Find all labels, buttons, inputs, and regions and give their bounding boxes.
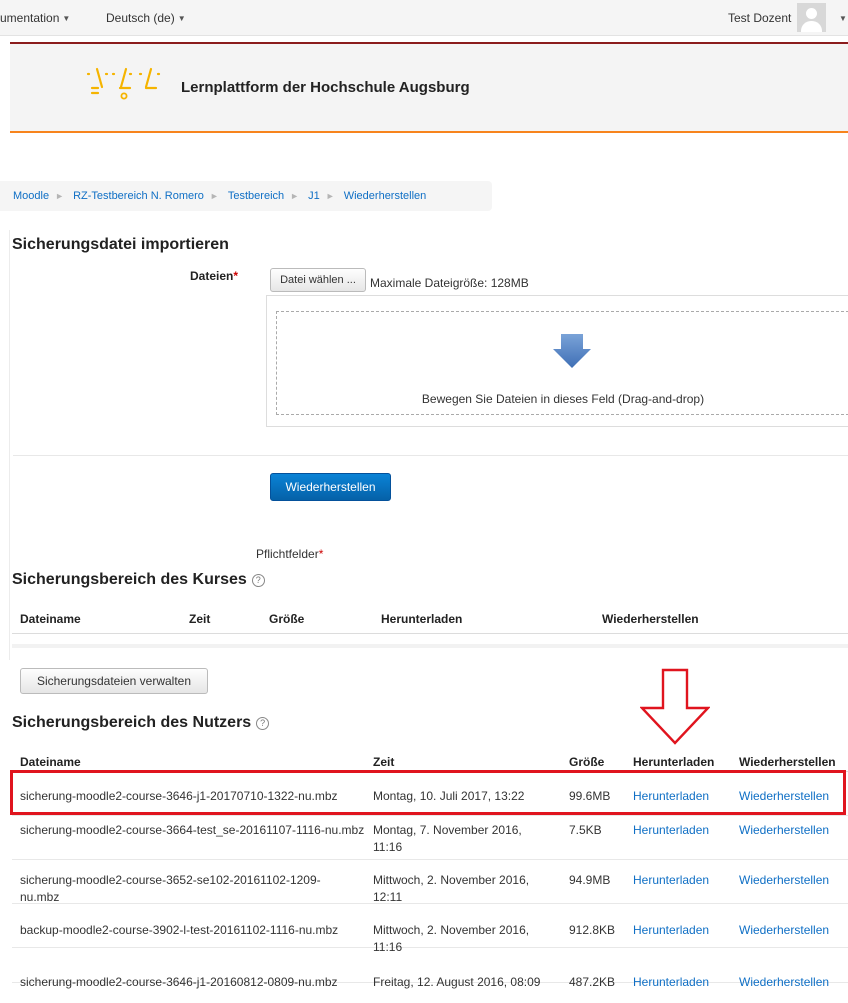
arrow-down-annotation-icon (640, 668, 710, 745)
breadcrumb-separator-icon: ► (209, 191, 219, 201)
breadcrumb-item-course[interactable]: J1 (308, 190, 320, 202)
required-fields-note: Pflichtfelder* (256, 547, 323, 561)
row-size: 912.8KB (569, 923, 616, 937)
breadcrumb-item-restore[interactable]: Wiederherstellen (344, 190, 427, 202)
hochschule-logo-icon[interactable] (86, 66, 166, 102)
form-divider (13, 455, 848, 456)
help-icon[interactable]: ? (251, 574, 265, 587)
course-col-filename: Dateiname (20, 612, 81, 626)
breadcrumb-separator-icon: ► (55, 191, 64, 201)
row-size: 94.9MB (569, 873, 611, 887)
row-restore-link[interactable]: Wiederherstellen (739, 974, 829, 991)
user-name[interactable]: Test Dozent (728, 11, 791, 25)
row-restore-link[interactable]: Wiederherstellen (739, 922, 829, 939)
required-fields-note-text: Pflichtfelder (256, 547, 319, 561)
course-backup-heading: Sicherungsbereich des Kurses? (12, 571, 265, 589)
content-divider (9, 230, 10, 660)
user-col-time: Zeit (373, 755, 395, 769)
site-header: Lernplattform der Hochschule Augsburg (10, 42, 848, 133)
row-download-link[interactable]: Herunterladen (633, 822, 709, 839)
row-size: 7.5KB (569, 823, 602, 837)
row-time: Freitag, 12. August 2016, 08:09 (373, 975, 541, 989)
user-menu-chevron-icon[interactable]: ▼ (836, 11, 847, 25)
breadcrumb-item-moodle[interactable]: Moodle (13, 190, 49, 202)
row-download-link[interactable]: Herunterladen (633, 974, 709, 991)
top-navbar: umentation ▼ Deutsch (de) ▼ Test Dozent ▼ (0, 0, 848, 36)
row-download-link[interactable]: Herunterladen (633, 872, 709, 889)
row-restore-link[interactable]: Wiederherstellen (739, 872, 829, 889)
user-backup-heading: Sicherungsbereich des Nutzers? (12, 714, 270, 732)
required-mark: * (318, 547, 324, 561)
manage-backups-button[interactable]: Sicherungsdateien verwalten (20, 668, 208, 694)
row-filename: sicherung-moodle2-course-3664-test_se-20… (20, 823, 365, 837)
row-size: 487.2KB (569, 975, 616, 989)
language-menu-label: Deutsch (de) (106, 11, 175, 25)
breadcrumb-separator-icon: ► (290, 191, 300, 201)
row-filename: sicherung-moodle2-course-3646-j1-2016081… (20, 975, 338, 989)
chevron-down-icon: ▼ (62, 14, 71, 23)
user-col-filename: Dateiname (20, 755, 81, 769)
dropzone-area[interactable]: Bewegen Sie Dateien in dieses Feld (Drag… (276, 311, 848, 415)
user-backup-heading-text: Sicherungsbereich des Nutzers (12, 714, 252, 731)
row-time: Mittwoch, 2. November 2016, 11:16 (373, 923, 530, 954)
course-table-footer (12, 644, 848, 648)
course-backup-heading-text: Sicherungsbereich des Kurses (12, 571, 247, 588)
max-file-size: Maximale Dateigröße: 128MB (370, 276, 529, 290)
files-field-label-text: Dateien (190, 269, 234, 283)
course-col-size: Größe (269, 612, 305, 626)
breadcrumb-separator-icon: ► (325, 191, 335, 201)
download-arrow-icon (553, 334, 591, 368)
documentation-menu[interactable]: umentation ▼ (0, 11, 70, 25)
user-col-restore: Wiederherstellen (739, 755, 836, 769)
files-field-label: Dateien* (190, 269, 238, 283)
course-col-download: Herunterladen (381, 612, 463, 626)
import-heading: Sicherungsdatei importieren (12, 236, 229, 253)
row-divider (12, 815, 848, 816)
required-mark: * (233, 269, 239, 283)
choose-file-button[interactable]: Datei wählen ... (270, 268, 366, 292)
restore-button[interactable]: Wiederherstellen (270, 473, 391, 501)
course-table-divider (12, 633, 848, 634)
row-download-link[interactable]: Herunterladen (633, 922, 709, 939)
row-filename: backup-moodle2-course-3902-l-test-201611… (20, 923, 339, 937)
highlight-box (10, 770, 846, 815)
row-filename: sicherung-moodle2-course-3652-se102-2016… (20, 873, 321, 904)
documentation-menu-label: umentation (0, 11, 60, 25)
help-icon[interactable]: ? (256, 717, 270, 730)
chevron-down-icon: ▼ (177, 14, 186, 23)
row-divider (12, 859, 848, 860)
row-time: Mittwoch, 2. November 2016, 12:11 (373, 873, 530, 904)
course-col-time: Zeit (189, 612, 211, 626)
language-menu[interactable]: Deutsch (de) ▼ (106, 11, 186, 25)
breadcrumb-item-testbereich[interactable]: Testbereich (228, 190, 284, 202)
row-time: Montag, 7. November 2016, 11:16 (373, 823, 522, 854)
file-dropzone[interactable]: Bewegen Sie Dateien in dieses Feld (Drag… (266, 295, 848, 427)
user-col-size: Größe (569, 755, 605, 769)
avatar[interactable] (797, 3, 826, 32)
breadcrumb: Moodle ► RZ-Testbereich N. Romero ► Testbe… (0, 181, 492, 211)
row-restore-link[interactable]: Wiederherstellen (739, 822, 829, 839)
user-col-download: Herunterladen (633, 755, 715, 769)
breadcrumb-item-course-category[interactable]: RZ-Testbereich N. Romero (73, 190, 204, 202)
site-title[interactable]: Lernplattform der Hochschule Augsburg (181, 79, 470, 96)
dropzone-text: Bewegen Sie Dateien in dieses Feld (Drag… (421, 392, 705, 406)
course-col-restore: Wiederherstellen (602, 612, 699, 626)
